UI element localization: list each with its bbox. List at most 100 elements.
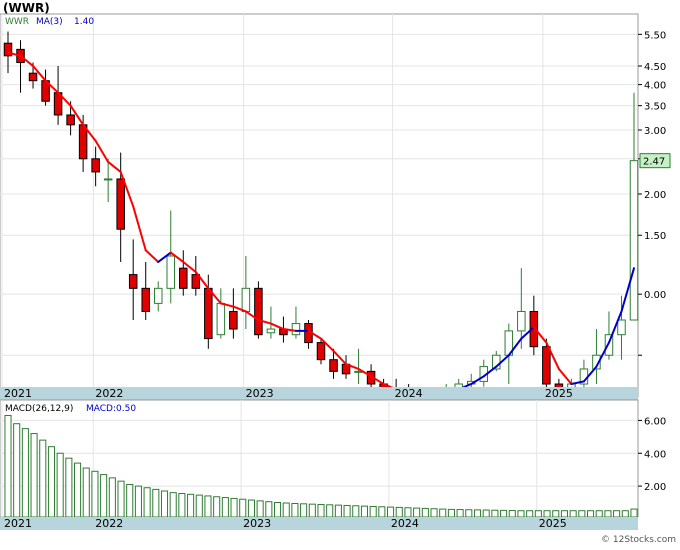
candle-body: [617, 319, 626, 336]
macd-bar: [378, 506, 386, 518]
macd-bar: [195, 494, 203, 518]
macd-bar: [517, 510, 525, 518]
macd-bar: [187, 493, 195, 518]
macd-bar: [569, 510, 577, 518]
macd-bar: [21, 428, 29, 518]
candle-body: [179, 267, 188, 289]
candle-body: [266, 328, 276, 334]
macd-bar: [334, 504, 342, 518]
macd-bar: [613, 510, 621, 518]
macd-legend-label: MACD(26,12,9): [5, 404, 73, 414]
macd-bar: [586, 510, 595, 518]
price-xtick-label: 2021: [4, 387, 32, 400]
candle-body: [141, 287, 150, 312]
macd-ytick-label: 6.00: [644, 416, 666, 427]
macd-bar: [473, 509, 482, 518]
candle-body: [254, 287, 263, 336]
macd-xtick-label: 2024: [391, 517, 419, 530]
macd-bar: [387, 506, 395, 518]
macd-bar: [308, 503, 316, 518]
macd-bar: [213, 496, 221, 518]
price-panel: [0, 13, 639, 398]
macd-bar: [447, 508, 455, 518]
macd-bar: [239, 498, 247, 518]
price-ytick-label: 3.50: [644, 102, 666, 113]
macd-yaxis: 2.00 4.00 6.00: [638, 416, 666, 493]
macd-bar: [317, 503, 325, 518]
macd-bar: [395, 506, 403, 518]
price-ytick-label: 2.00: [644, 190, 666, 201]
candle-body: [216, 302, 226, 336]
macd-bar: [621, 510, 629, 518]
macd-bar: [456, 509, 464, 518]
macd-bar: [595, 510, 603, 518]
candle-body: [517, 310, 526, 332]
chart-svg: (WWR) WWR MA(3) 1.40 2021 2022 2023 2024 202…: [0, 1, 676, 545]
macd-bar: [108, 477, 116, 518]
macd-bar: [56, 452, 64, 518]
macd-bar: [204, 495, 212, 518]
macd-ytick-label: 2.00: [644, 482, 666, 493]
macd-bar: [265, 501, 273, 518]
macd-bar: [134, 485, 142, 518]
price-ytick-label: 1.50: [644, 231, 666, 242]
candle-body: [128, 274, 138, 289]
macd-bar: [291, 502, 299, 518]
macd-bar: [152, 488, 160, 518]
macd-bar: [326, 504, 334, 518]
macd-bar: [369, 505, 377, 518]
macd-xtick-label: 2022: [95, 517, 123, 530]
macd-bar: [91, 470, 99, 518]
price-ytick-label: 4.00: [644, 81, 666, 92]
macd-bar: [256, 500, 264, 518]
price-ytick-label: 5.50: [644, 30, 666, 41]
macd-bar: [169, 492, 177, 518]
macd-bar: [13, 423, 21, 518]
candle-body: [116, 178, 125, 230]
macd-xtick-label: 2025: [539, 517, 567, 530]
macd-bar: [482, 509, 490, 518]
stock-chart: (WWR) WWR MA(3) 1.40 2021 2022 2023 2024 202…: [0, 0, 680, 546]
macd-bar: [82, 467, 90, 518]
candle-body: [241, 287, 251, 312]
macd-bar: [413, 507, 421, 518]
macd-legend-value: MACD:0.50: [86, 404, 136, 414]
price-xtick-label: 2022: [95, 387, 123, 400]
candle-body: [91, 158, 100, 173]
last-price-badge: 2.47: [639, 153, 671, 169]
price-ytick-label: 3.00: [644, 126, 666, 137]
macd-bar: [439, 508, 447, 518]
macd-bar: [508, 510, 516, 518]
macd-bar: [343, 504, 351, 518]
macd-bar: [39, 439, 47, 518]
candle-body: [28, 72, 38, 82]
macd-bar: [404, 507, 412, 518]
macd-bar: [117, 480, 125, 518]
macd-bar: [282, 502, 290, 518]
macd-bar: [352, 505, 360, 518]
candle-body: [78, 124, 88, 160]
candle-body: [316, 342, 326, 361]
macd-bar: [421, 507, 429, 518]
macd-bar: [360, 505, 369, 518]
candle-body: [103, 178, 113, 181]
price-legend-ma-value: 1.40: [74, 17, 94, 27]
price-legend-ticker: WWR: [5, 17, 29, 27]
macd-bar: [604, 510, 612, 518]
candle-body: [629, 160, 639, 321]
watermark: © 12Stocks.com: [601, 535, 676, 545]
macd-bar: [126, 483, 134, 518]
candle-body: [329, 359, 338, 372]
macd-bar: [178, 492, 186, 518]
macd-bar: [630, 508, 638, 518]
price-legend-ma-label: MA(3): [36, 17, 63, 27]
price-ytick-label: 4.50: [644, 62, 666, 73]
candle-body: [229, 310, 238, 330]
macd-bar: [526, 510, 534, 518]
macd-bar: [500, 509, 508, 518]
candle-body: [204, 287, 213, 340]
macd-bar: [143, 487, 151, 518]
price-ytick-label: 0.00: [644, 290, 666, 301]
price-xtick-label: 2024: [395, 387, 423, 400]
macd-bar: [160, 490, 169, 518]
